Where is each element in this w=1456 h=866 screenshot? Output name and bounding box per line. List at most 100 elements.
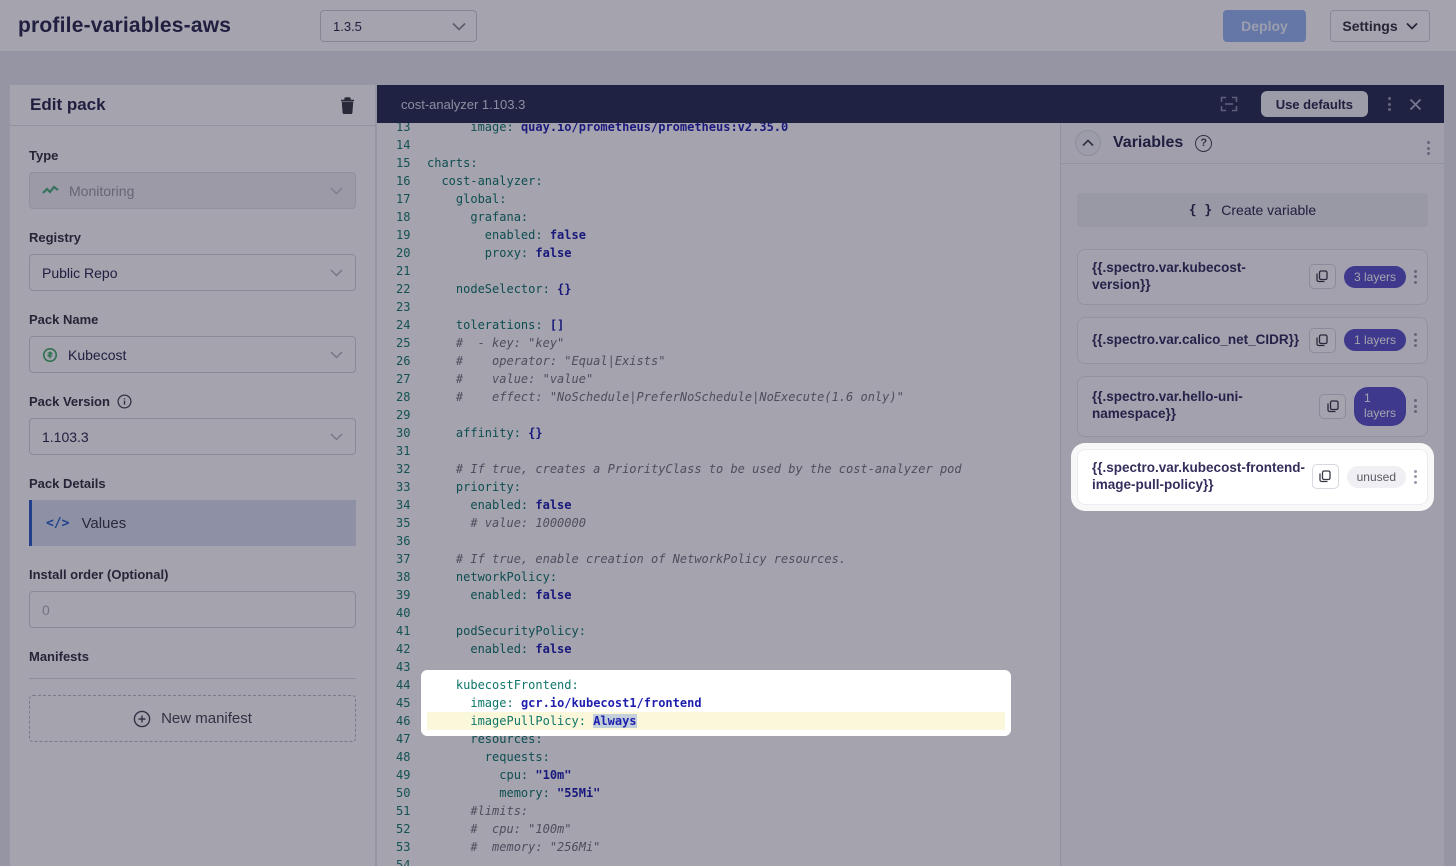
code-line[interactable]: kubecostFrontend: xyxy=(427,676,1005,694)
code-line[interactable] xyxy=(427,406,1060,424)
line-number: 49 xyxy=(396,766,427,784)
variable-row-kebab-icon[interactable] xyxy=(1414,399,1417,413)
profile-version-select[interactable]: 1.3.5 xyxy=(320,10,477,42)
variable-row-kebab-icon[interactable] xyxy=(1414,470,1417,484)
settings-label: Settings xyxy=(1342,18,1397,34)
collapse-panel-button[interactable] xyxy=(1075,130,1101,156)
code-line[interactable] xyxy=(427,442,1060,460)
code-line[interactable]: # operator: "Equal|Exists" xyxy=(427,352,1060,370)
code-line[interactable] xyxy=(427,532,1060,550)
code-line[interactable]: enabled: false xyxy=(427,496,1060,514)
variables-title: Variables xyxy=(1113,134,1183,152)
pack-name-select[interactable]: Kubecost xyxy=(29,336,356,373)
new-manifest-label: New manifest xyxy=(161,710,252,727)
copy-icon[interactable] xyxy=(1319,394,1346,419)
copy-icon[interactable] xyxy=(1312,464,1339,489)
layers-badge: 3 layers xyxy=(1344,266,1406,288)
line-number: 38 xyxy=(396,568,427,586)
variable-row[interactable]: {{.spectro.var.hello-uni-namespace}}1 la… xyxy=(1077,376,1428,437)
code-line[interactable]: imagePullPolicy: Always xyxy=(427,712,1005,730)
code-line[interactable]: cost-analyzer: xyxy=(427,172,1060,190)
help-icon[interactable]: ? xyxy=(1195,135,1212,152)
code-line[interactable]: # If true, creates a PriorityClass to be… xyxy=(427,460,1060,478)
kubecost-icon xyxy=(42,347,58,363)
pack-version-value: 1.103.3 xyxy=(42,429,89,445)
info-icon[interactable] xyxy=(117,394,132,409)
variable-row-kebab-icon[interactable] xyxy=(1414,270,1417,284)
line-number: 33 xyxy=(396,478,427,496)
code-line[interactable]: grafana: xyxy=(427,208,1060,226)
code-line[interactable] xyxy=(427,604,1060,622)
line-number: 47 xyxy=(396,730,427,748)
deploy-button[interactable]: Deploy xyxy=(1223,10,1306,42)
variable-row[interactable]: {{.spectro.var.calico_net_CIDR}}1 layers xyxy=(1077,317,1428,364)
variable-name: {{.spectro.var.hello-uni-namespace}} xyxy=(1092,389,1319,423)
code-line[interactable]: affinity: {} xyxy=(427,424,1060,442)
variables-kebab-icon[interactable] xyxy=(1427,131,1430,155)
code-line[interactable]: proxy: false xyxy=(427,244,1060,262)
expand-editor-icon[interactable] xyxy=(1219,96,1239,112)
code-line[interactable]: #limits: xyxy=(427,802,1060,820)
code-line[interactable] xyxy=(427,658,1060,676)
code-line[interactable]: enabled: false xyxy=(427,640,1060,658)
code-line[interactable]: resources: xyxy=(427,730,1060,748)
monitoring-icon xyxy=(42,185,59,197)
code-line[interactable]: image: gcr.io/kubecost1/frontend xyxy=(427,694,1005,712)
settings-button[interactable]: Settings xyxy=(1330,10,1430,42)
line-number: 15 xyxy=(396,154,427,172)
code-line[interactable] xyxy=(427,262,1060,280)
code-line[interactable]: cpu: "10m" xyxy=(427,766,1060,784)
code-line[interactable]: # value: "value" xyxy=(427,370,1060,388)
copy-icon[interactable] xyxy=(1309,328,1336,353)
trash-icon[interactable] xyxy=(340,97,355,114)
install-order-label: Install order (Optional) xyxy=(29,567,356,582)
code-line[interactable]: # effect: "NoSchedule|PreferNoSchedule|N… xyxy=(427,388,1060,406)
variable-row-kebab-icon[interactable] xyxy=(1414,333,1417,347)
editor-kebab-icon[interactable] xyxy=(1388,97,1391,111)
line-number: 46 xyxy=(396,712,427,730)
code-line[interactable]: # memory: "256Mi" xyxy=(427,838,1060,856)
variable-row[interactable]: {{.spectro.var.kubecost-frontend-image-p… xyxy=(1077,449,1428,505)
code-line[interactable] xyxy=(427,856,1060,866)
pack-values-editor: cost-analyzer 1.103.3 Use defaults 13141… xyxy=(377,85,1444,866)
line-number: 28 xyxy=(396,388,427,406)
code-line[interactable]: tolerations: [] xyxy=(427,316,1060,334)
code-line[interactable]: # If true, enable creation of NetworkPol… xyxy=(427,550,1060,568)
variable-list: {{.spectro.var.kubecost-version}}3 layer… xyxy=(1061,249,1444,517)
code-line[interactable]: image: quay.io/prometheus/prometheus:v2.… xyxy=(427,123,1060,136)
edit-pack-title: Edit pack xyxy=(30,95,340,115)
line-number: 18 xyxy=(396,208,427,226)
new-manifest-button[interactable]: New manifest xyxy=(29,695,356,742)
line-number: 22 xyxy=(396,280,427,298)
copy-icon[interactable] xyxy=(1309,264,1336,289)
variable-row[interactable]: {{.spectro.var.kubecost-version}}3 layer… xyxy=(1077,249,1428,305)
use-defaults-button[interactable]: Use defaults xyxy=(1261,91,1368,117)
code-line[interactable] xyxy=(427,298,1060,316)
code-lines: image: quay.io/prometheus/prometheus:v2.… xyxy=(427,123,1060,866)
pack-version-select[interactable]: 1.103.3 xyxy=(29,418,356,455)
code-line[interactable]: requests: xyxy=(427,748,1060,766)
registry-select[interactable]: Public Repo xyxy=(29,254,356,291)
close-icon[interactable] xyxy=(1409,98,1422,111)
yaml-code-editor[interactable]: 1314151617181920212223242526272829303132… xyxy=(377,123,1060,866)
code-line[interactable]: nodeSelector: {} xyxy=(427,280,1060,298)
code-line[interactable]: charts: xyxy=(427,154,1060,172)
code-line[interactable]: global: xyxy=(427,190,1060,208)
code-line[interactable] xyxy=(427,136,1060,154)
create-variable-button[interactable]: { } Create variable xyxy=(1077,193,1428,227)
code-line[interactable]: podSecurityPolicy: xyxy=(427,622,1060,640)
code-line[interactable]: # - key: "key" xyxy=(427,334,1060,352)
pack-details-values-item[interactable]: </> Values xyxy=(29,500,356,546)
code-line[interactable]: # value: 1000000 xyxy=(427,514,1060,532)
install-order-input[interactable] xyxy=(29,591,356,628)
code-line[interactable]: networkPolicy: xyxy=(427,568,1060,586)
braces-icon: { } xyxy=(1189,203,1212,218)
code-line[interactable]: enabled: false xyxy=(427,226,1060,244)
profile-title: profile-variables-aws xyxy=(18,14,231,38)
code-line[interactable]: memory: "55Mi" xyxy=(427,784,1060,802)
line-number: 20 xyxy=(396,244,427,262)
code-line[interactable]: # cpu: "100m" xyxy=(427,820,1060,838)
code-line[interactable]: priority: xyxy=(427,478,1060,496)
code-line[interactable]: enabled: false xyxy=(427,586,1060,604)
line-number: 26 xyxy=(396,352,427,370)
